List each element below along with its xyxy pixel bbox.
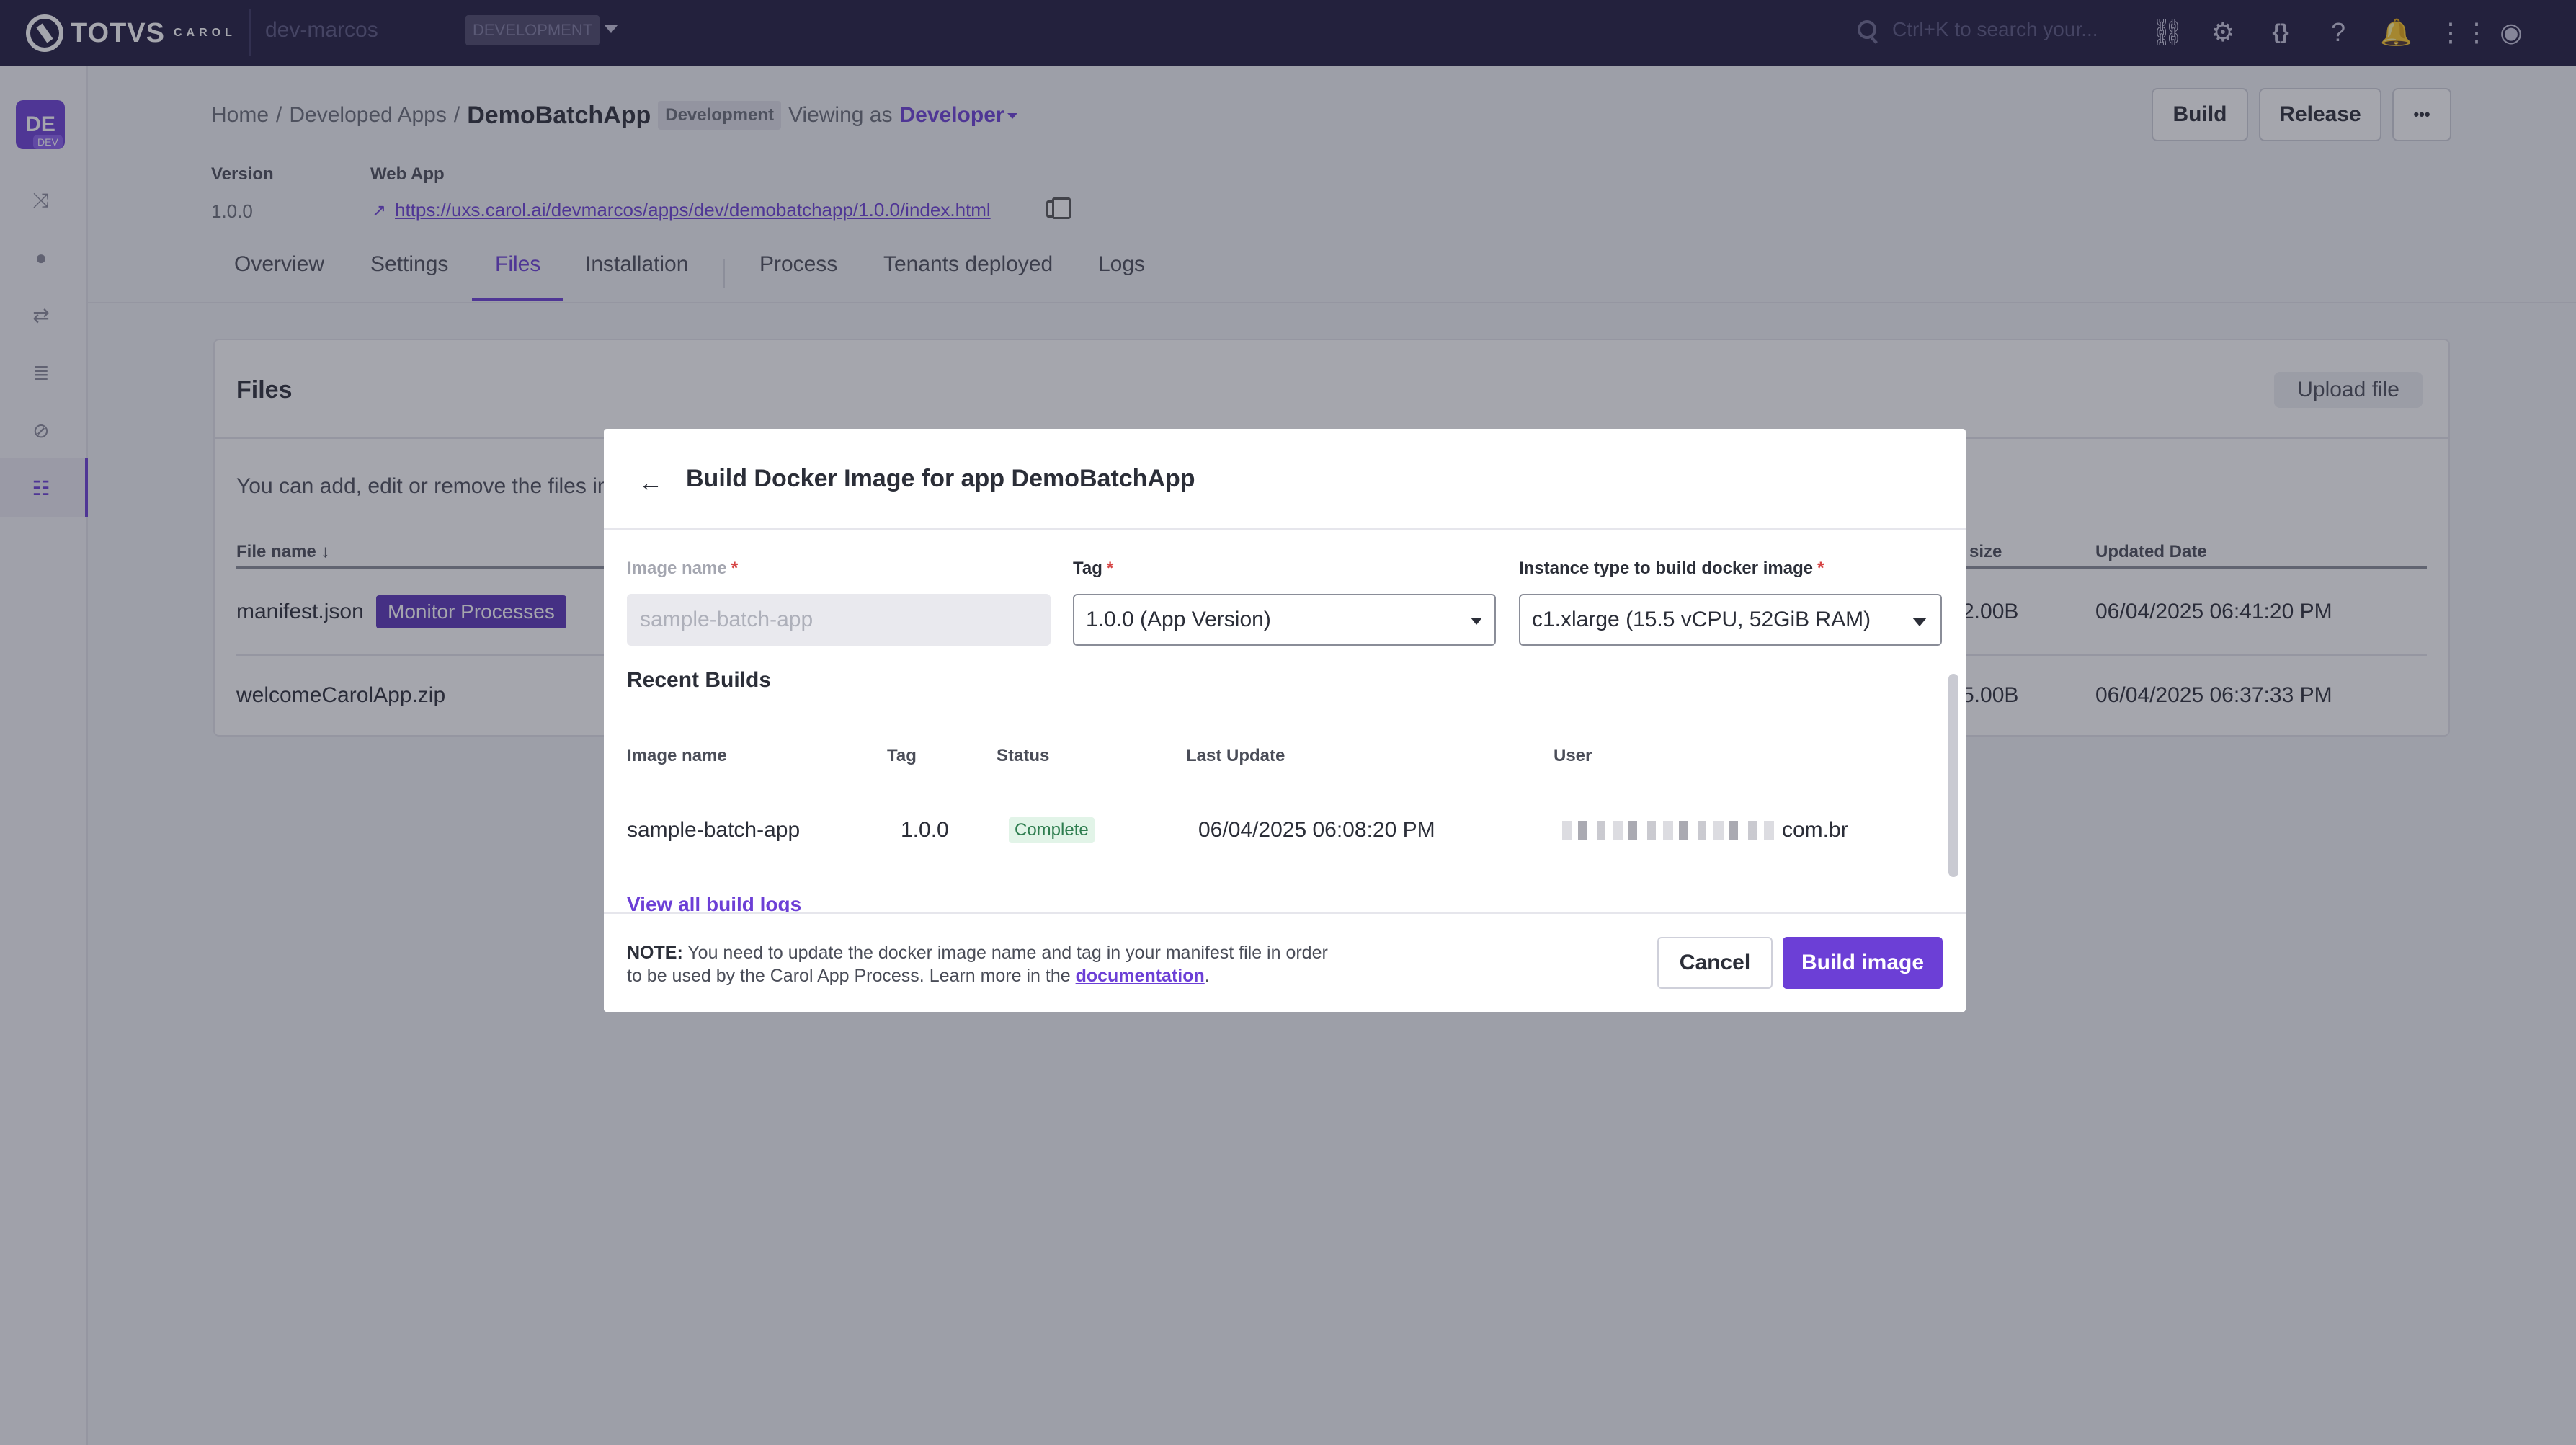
back-arrow-icon[interactable]: ← bbox=[638, 469, 663, 497]
documentation-link[interactable]: documentation bbox=[1076, 966, 1205, 986]
modal-scrollbar[interactable] bbox=[1948, 674, 1958, 877]
note-text: You need to update the docker image name… bbox=[627, 943, 1328, 986]
modal-title: Build Docker Image for app DemoBatchApp bbox=[686, 465, 1195, 492]
required-mark: * bbox=[731, 559, 739, 578]
build-image-button[interactable]: Build image bbox=[1783, 937, 1943, 989]
cancel-button[interactable]: Cancel bbox=[1657, 937, 1773, 989]
tag-label: Tag * bbox=[1073, 559, 1113, 579]
build-docker-image-modal: ← Build Docker Image for app DemoBatchAp… bbox=[604, 429, 1966, 1012]
build-tag-cell: 1.0.0 bbox=[901, 818, 949, 842]
tag-select[interactable]: 1.0.0 (App Version) bbox=[1073, 594, 1496, 646]
build-image-name-cell: sample-batch-app bbox=[627, 818, 801, 842]
column-header-status: Status bbox=[997, 746, 1050, 765]
build-user-cell: com.br bbox=[1782, 818, 1848, 842]
modal-header-divider bbox=[604, 528, 1966, 530]
image-name-label: Image name * bbox=[627, 559, 738, 579]
required-mark: * bbox=[1817, 559, 1824, 578]
instance-type-select-value: c1.xlarge (15.5 vCPU, 52GiB RAM) bbox=[1532, 608, 1871, 631]
recent-builds-title: Recent Builds bbox=[627, 668, 772, 692]
chevron-down-icon bbox=[1912, 618, 1927, 626]
instance-type-select[interactable]: c1.xlarge (15.5 vCPU, 52GiB RAM) bbox=[1519, 594, 1942, 646]
modal-footer: NOTE: You need to update the docker imag… bbox=[604, 912, 1966, 1012]
note-label: NOTE: bbox=[627, 943, 683, 963]
redacted-user-email bbox=[1562, 821, 1778, 840]
column-header-user: User bbox=[1554, 746, 1592, 765]
column-header-image-name: Image name bbox=[627, 746, 727, 765]
chevron-down-icon bbox=[1471, 618, 1482, 625]
status-badge: Complete bbox=[1009, 817, 1095, 843]
manifest-note: NOTE: You need to update the docker imag… bbox=[627, 941, 1347, 987]
note-end: . bbox=[1204, 966, 1210, 986]
image-name-input: sample-batch-app bbox=[627, 594, 1051, 646]
column-header-last-update: Last Update bbox=[1186, 746, 1285, 765]
column-header-tag: Tag bbox=[887, 746, 917, 765]
tag-select-value: 1.0.0 (App Version) bbox=[1086, 608, 1271, 631]
required-mark: * bbox=[1106, 559, 1114, 578]
tag-label-text: Tag bbox=[1073, 559, 1102, 578]
build-last-update-cell: 06/04/2025 06:08:20 PM bbox=[1198, 818, 1435, 842]
instance-type-label-text: Instance type to build docker image bbox=[1519, 559, 1814, 578]
instance-type-label: Instance type to build docker image * bbox=[1519, 559, 1824, 579]
image-name-label-text: Image name bbox=[627, 559, 727, 578]
